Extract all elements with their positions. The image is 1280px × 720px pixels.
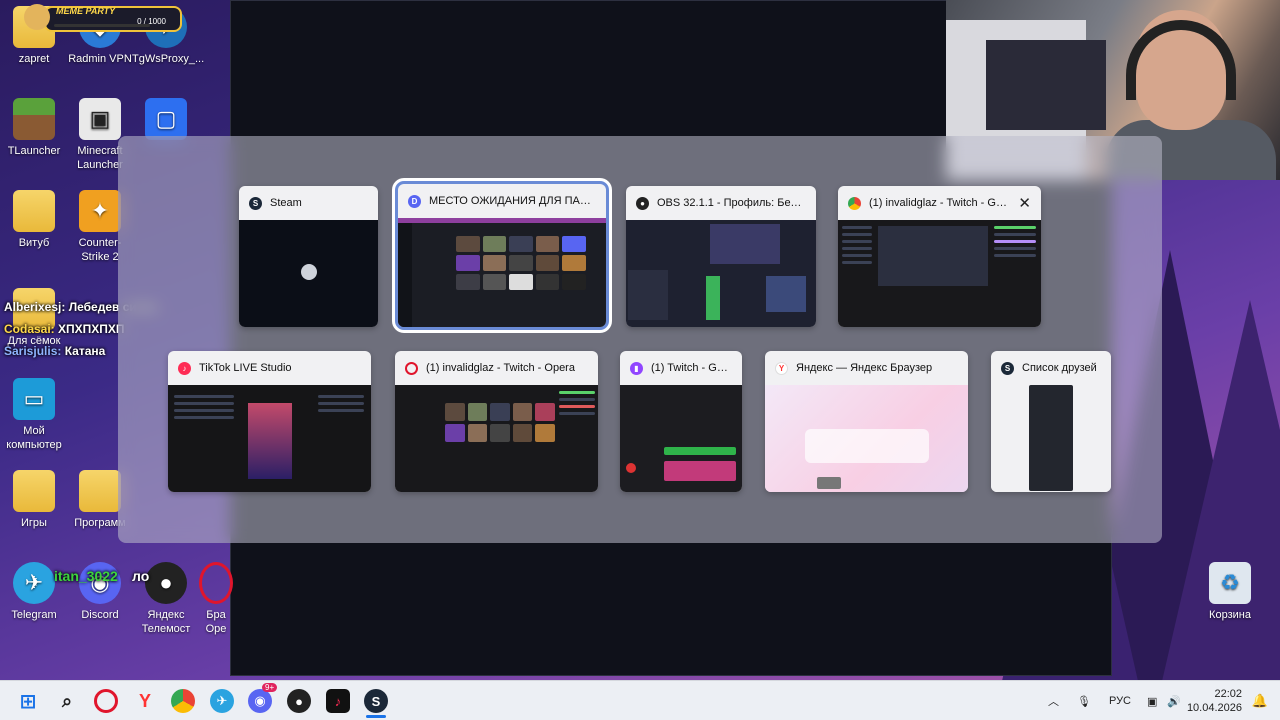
window-card-yandex-browser[interactable]: Y Яндекс — Яндекс Браузер <box>765 351 968 492</box>
chrome-icon[interactable] <box>171 689 195 713</box>
microphone-icon[interactable]: 🎙 <box>1077 695 1091 708</box>
desktop-icon-my-computer[interactable]: ▭ Мой компьютер <box>0 378 68 452</box>
chevron-up-icon[interactable]: ︿ <box>1048 693 1059 709</box>
window-card-twitch-google[interactable]: ▮ (1) Twitch - Goo... <box>620 351 742 492</box>
window-card-tiktok-live-studio[interactable]: ♪ TikTok LIVE Studio <box>168 351 371 492</box>
discord-icon[interactable]: ◉ <box>248 689 272 713</box>
clock[interactable]: 22:02 10.04.2026 <box>1187 687 1242 715</box>
yandex-icon[interactable]: Y <box>133 689 157 713</box>
recycle-bin-icon: ♻ <box>1209 562 1251 604</box>
notification-bell-icon[interactable]: 🔔 <box>1252 693 1268 709</box>
opera-icon[interactable] <box>94 689 118 713</box>
start-button[interactable]: ⊞ <box>16 689 40 713</box>
doge-avatar-icon <box>24 4 50 30</box>
window-thumbnail <box>620 385 742 492</box>
discord-icon: D <box>408 194 421 208</box>
opera-icon <box>405 361 418 375</box>
window-thumbnail <box>395 385 598 492</box>
window-thumbnail <box>168 385 371 492</box>
folder-icon <box>13 190 55 232</box>
window-card-twitch-chrome[interactable]: (1) invalidglaz - Twitch - Go... ✕ <box>838 186 1041 327</box>
task-switcher: S Steam D МЕСТО ОЖИДАНИЯ ДЛЯ ПАРН... ● O… <box>118 136 1162 543</box>
obs-icon[interactable]: ● <box>287 689 311 713</box>
volume-icon[interactable]: 🔊 <box>1167 695 1181 708</box>
window-card-steam[interactable]: S Steam <box>239 186 378 327</box>
wallpaper-mountain <box>1160 300 1280 690</box>
window-thumbnail <box>765 385 968 492</box>
meme-party-widget: MEME PARTY 0 / 1000 <box>44 6 182 32</box>
network-icon[interactable]: ▣ <box>1147 695 1157 708</box>
window-thumbnail <box>398 218 606 327</box>
overlay-username: itan_3022 <box>54 568 118 584</box>
active-indicator <box>366 715 386 718</box>
monitor-icon: ▭ <box>13 378 55 420</box>
folder-icon <box>79 470 121 512</box>
desktop-icon-recycle-bin[interactable]: ♻ Корзина <box>1196 562 1264 622</box>
window-card-steam-friends[interactable]: S Список друзей <box>991 351 1111 492</box>
desktop-icon-opera[interactable]: Бра Оре <box>196 562 236 636</box>
telemost-icon: ● <box>145 562 187 604</box>
system-tray: ︿ 🎙 РУС ▣ 🔊 <box>1048 681 1181 720</box>
chrome-icon <box>848 196 861 210</box>
window-thumbnail <box>991 385 1111 492</box>
yandex-icon: Y <box>775 361 788 375</box>
window-thumbnail <box>838 220 1041 327</box>
input-language[interactable]: РУС <box>1109 695 1131 707</box>
close-icon[interactable]: ✕ <box>1018 194 1031 212</box>
chat-line: Codasai: ХПХПХПХП <box>4 322 125 336</box>
opera-icon <box>199 562 233 604</box>
window-card-discord[interactable]: D МЕСТО ОЖИДАНИЯ ДЛЯ ПАРН... <box>392 178 612 333</box>
chat-line: Sarisjulis: Катана <box>4 344 106 358</box>
steam-icon: S <box>1001 361 1014 375</box>
notification-badge: 9+ <box>262 683 278 692</box>
desktop-icon-tlauncher[interactable]: TLauncher <box>0 98 68 158</box>
telegram-icon: ✈ <box>13 562 55 604</box>
search-icon[interactable]: ⌕ <box>55 689 79 713</box>
desktop-icon-games[interactable]: Игры <box>0 470 68 530</box>
counter-strike-icon: ✦ <box>79 190 121 232</box>
twitch-icon: ▮ <box>630 361 643 375</box>
roblox-icon: ▢ <box>145 98 187 140</box>
desktop-icon-vitub[interactable]: Витуб <box>0 190 68 250</box>
obs-icon: ● <box>636 196 649 210</box>
tiktok-icon: ♪ <box>178 361 191 375</box>
steam-icon[interactable]: S <box>364 689 388 713</box>
taskbar: ⊞ ⌕ Y ✈ ◉ 9+ ● ♪ S ︿ 🎙 РУС ▣ 🔊 22:02 10.… <box>0 680 1280 720</box>
window-thumbnail <box>626 220 816 327</box>
tiktok-icon[interactable]: ♪ <box>326 689 350 713</box>
desktop-icon-dlya-syomok[interactable]: Для сёмок <box>0 288 68 348</box>
window-thumbnail <box>239 220 378 327</box>
overlay-text: ло <box>132 568 150 584</box>
window-card-twitch-opera[interactable]: (1) invalidglaz - Twitch - Opera <box>395 351 598 492</box>
meme-party-progress <box>54 24 150 27</box>
minecraft-block-icon <box>13 98 55 140</box>
window-card-obs[interactable]: ● OBS 32.1.1 - Профиль: Безым... <box>626 186 816 327</box>
folder-icon <box>13 470 55 512</box>
telegram-icon[interactable]: ✈ <box>210 689 234 713</box>
meme-party-title: MEME PARTY <box>56 6 116 16</box>
steam-icon: S <box>249 196 262 210</box>
creeper-icon: ▣ <box>79 98 121 140</box>
steam-icon <box>301 264 317 280</box>
